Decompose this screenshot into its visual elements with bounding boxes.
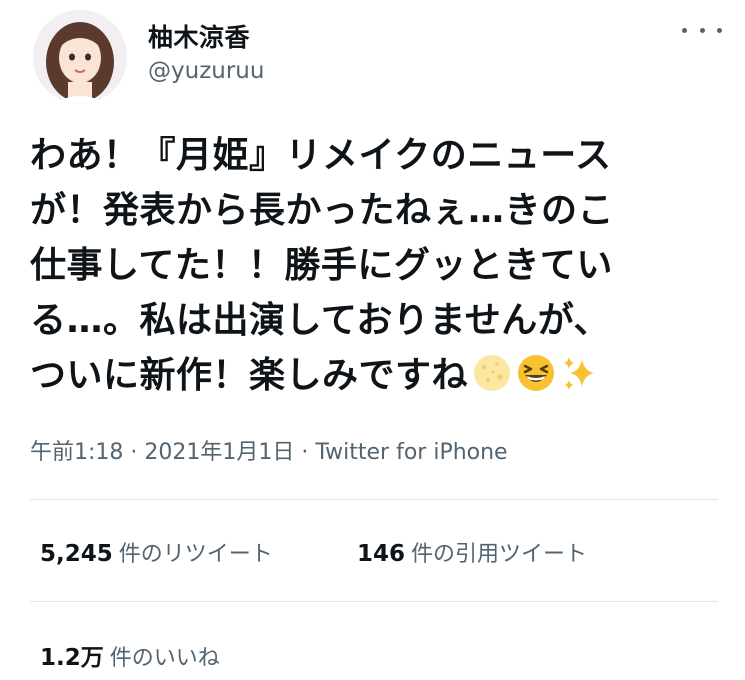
dot [682,27,687,33]
sparkles-emoji [560,353,600,393]
tweet-line: 仕事してた！！勝手にグッときてい [30,245,613,286]
meta-separator: · [123,440,145,465]
quotes-count: 146 [357,541,406,567]
retweets-count: 5,245 [40,541,113,567]
more-options-icon[interactable] [682,18,722,42]
likes-count: 1.2万 [40,645,104,671]
avatar[interactable] [33,10,127,104]
display-name[interactable]: 柚木涼香 [148,18,250,54]
likes-label: 件のいいね [109,646,220,671]
retweets-stat[interactable]: 5,245 件のリツイート [40,536,273,568]
tweet-date[interactable]: 2021年1月1日 [144,440,294,465]
likes-stat[interactable]: 1.2万 件のいいね [40,638,220,672]
grinning-squinting-face-emoji [516,353,556,393]
divider [30,601,718,602]
dot [699,27,705,33]
full-moon-face-emoji [472,353,512,393]
tweet-meta: 午前1:18 · 2021年1月1日 · Twitter for iPhone [30,434,508,466]
tweet-line: わあ！『月姫』リメイクのニュース [30,135,612,176]
tweet-line-last: ついに新作！楽しみですね [30,348,720,403]
tweet-time[interactable]: 午前1:18 [30,440,123,465]
tweet-line: が！発表から長かったねぇ…きのこ [30,190,615,231]
quotes-stat[interactable]: 146 件の引用ツイート [357,536,587,568]
tweet-text: わあ！『月姫』リメイクのニュース が！発表から長かったねぇ…きのこ 仕事してた！… [30,128,720,403]
tweet-source-link[interactable]: Twitter for iPhone [315,440,507,465]
quotes-label: 件の引用ツイート [411,542,588,567]
divider [30,499,718,500]
tweet-line: ついに新作！楽しみですね [30,355,469,396]
tweet-line: る…。私は出演しておりませんが、 [30,300,611,341]
retweets-label: 件のリツイート [118,542,273,567]
meta-separator: · [294,440,316,465]
user-handle[interactable]: @yuzuruu [148,58,264,84]
dot [717,27,722,33]
